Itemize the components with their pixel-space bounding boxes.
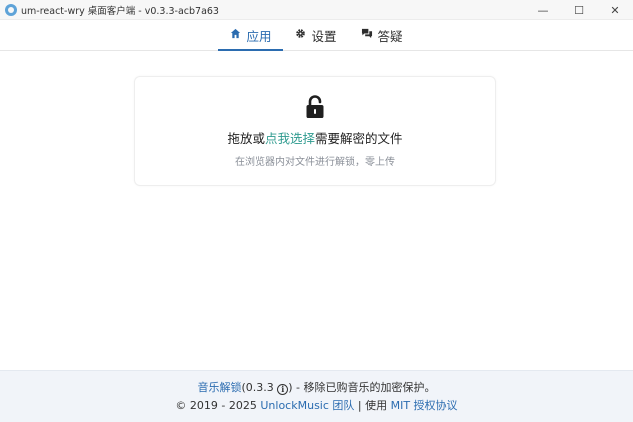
footer-copyright-row: © 2019 - 2025 UnlockMusic 团队 | 使用 MIT 授权…: [175, 397, 457, 415]
drop-instruction: 拖放或点我选择需要解密的文件: [227, 128, 402, 147]
tab-app[interactable]: 应用: [218, 20, 284, 51]
window-titlebar: um-react-wry 桌面客户端 - v0.3.3-acb7a63 — ☐ …: [0, 0, 633, 20]
version-text: (0.3.3: [241, 380, 274, 394]
drop-prefix: 拖放或: [227, 131, 265, 146]
license-prefix: 使用: [365, 398, 391, 412]
copyright-text: © 2019 - 2025: [175, 398, 261, 412]
tab-faq-label: 答疑: [377, 28, 403, 44]
tab-faq[interactable]: 答疑: [349, 20, 415, 50]
app-home-link[interactable]: 音乐解锁: [197, 381, 241, 394]
tab-settings-label: 设置: [311, 28, 337, 44]
tagline-text: - 移除已购音乐的加密保护。: [292, 380, 436, 394]
choose-file-link[interactable]: 点我选择: [265, 131, 315, 146]
chat-icon: [361, 28, 373, 42]
file-drop-zone[interactable]: 拖放或点我选择需要解密的文件 在浏览器内对文件进行解锁，零上传: [134, 76, 496, 186]
tab-settings[interactable]: 设置: [283, 20, 348, 50]
drop-subtitle: 在浏览器内对文件进行解锁，零上传: [235, 157, 395, 168]
window-title: um-react-wry 桌面客户端 - v0.3.3-acb7a63: [21, 5, 219, 17]
info-icon[interactable]: i: [277, 383, 289, 395]
close-button[interactable]: ✕: [597, 0, 633, 20]
window-controls: — ☐ ✕: [525, 0, 633, 20]
unlock-icon: [305, 95, 325, 119]
tab-app-label: 应用: [246, 28, 272, 44]
minimize-button[interactable]: —: [525, 0, 561, 20]
home-icon: [230, 28, 241, 42]
license-link[interactable]: MIT 授权协议: [391, 399, 458, 412]
footer-tagline-row: 音乐解锁(0.3.3 i) - 移除已购音乐的加密保护。: [197, 379, 436, 397]
maximize-button[interactable]: ☐: [561, 0, 597, 20]
gear-icon: [295, 28, 306, 42]
footer-separator: |: [354, 398, 366, 412]
app-logo-icon: [5, 3, 17, 16]
drop-suffix: 需要解密的文件: [315, 131, 403, 146]
tab-bar: 应用 设置 答疑: [0, 20, 633, 51]
footer: 音乐解锁(0.3.3 i) - 移除已购音乐的加密保护。 © 2019 - 20…: [0, 370, 633, 422]
team-link[interactable]: UnlockMusic 团队: [260, 399, 354, 412]
